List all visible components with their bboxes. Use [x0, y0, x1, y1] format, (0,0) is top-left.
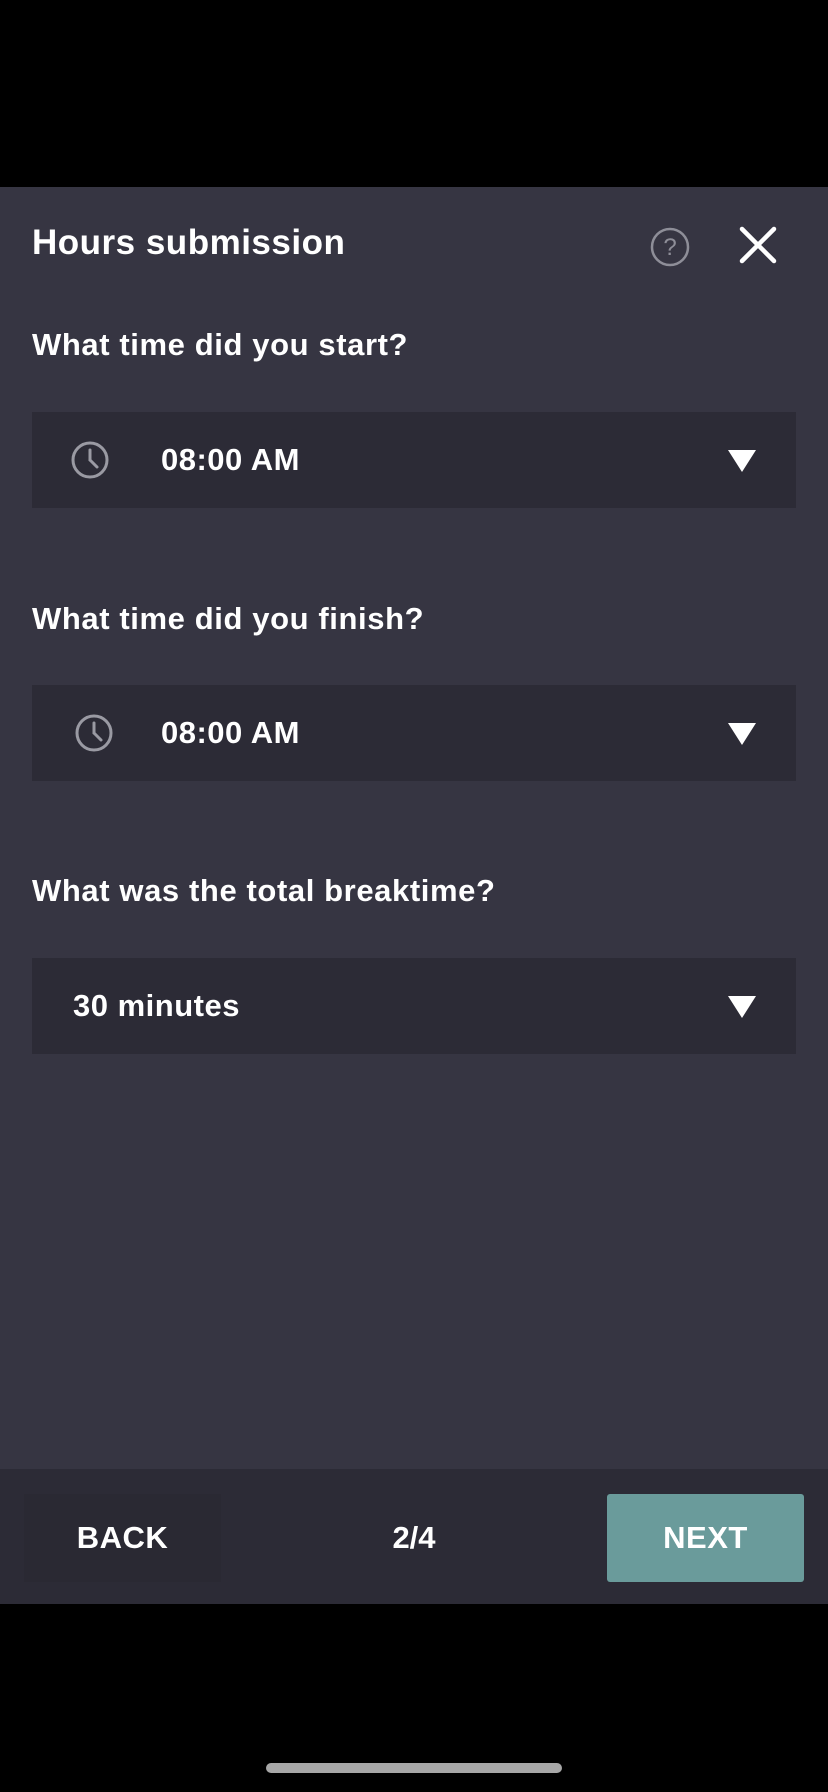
- page-title: Hours submission: [32, 223, 346, 262]
- close-icon: [739, 226, 777, 264]
- hours-submission-sheet: Hours submission ? What time did you sta…: [0, 187, 828, 1469]
- home-indicator[interactable]: [266, 1763, 562, 1773]
- help-button[interactable]: ?: [650, 227, 690, 267]
- wizard-footer: BACK 2/4 NEXT: [0, 1469, 828, 1604]
- screen: Hours submission ? What time did you sta…: [0, 0, 828, 1792]
- finish-time-question: What time did you finish?: [32, 601, 425, 636]
- caret-down-icon: [728, 996, 756, 1018]
- close-button[interactable]: [736, 223, 780, 267]
- step-indicator: 2/4: [392, 1520, 436, 1555]
- finish-time-select[interactable]: 08:00 AM: [32, 685, 796, 781]
- question-circle-icon: ?: [650, 227, 690, 267]
- start-time-question: What time did you start?: [32, 327, 409, 362]
- next-button[interactable]: NEXT: [607, 1494, 804, 1582]
- caret-down-icon: [728, 723, 756, 745]
- caret-down-icon: [728, 450, 756, 472]
- clock-icon: [71, 441, 109, 479]
- svg-text:?: ?: [663, 234, 676, 261]
- breaktime-value: 30 minutes: [73, 988, 240, 1023]
- breaktime-question: What was the total breaktime?: [32, 873, 496, 908]
- finish-time-value: 08:00 AM: [161, 715, 300, 750]
- start-time-select[interactable]: 08:00 AM: [32, 412, 796, 508]
- back-button[interactable]: BACK: [24, 1494, 221, 1582]
- clock-icon: [75, 714, 113, 752]
- breaktime-select[interactable]: 30 minutes: [32, 958, 796, 1054]
- start-time-value: 08:00 AM: [161, 442, 300, 477]
